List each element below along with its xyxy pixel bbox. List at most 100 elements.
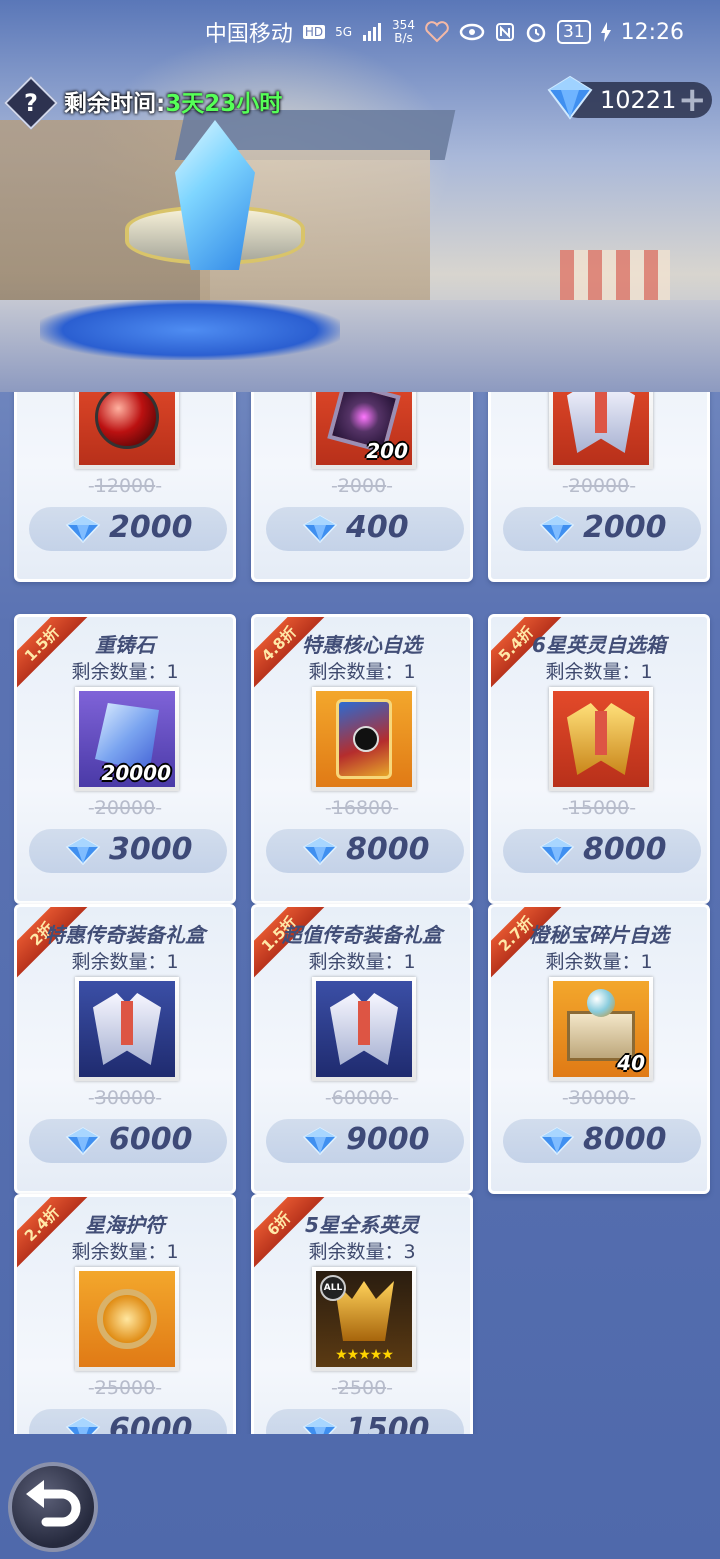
original-price: -30000-	[87, 1087, 163, 1109]
original-price-value: 2000	[337, 475, 387, 497]
remaining-quantity: 剩余数量：1	[545, 951, 653, 973]
alarm-icon	[525, 21, 547, 43]
shop-item-card[interactable]: 1.5折 超值传奇装备礼盒 剩余数量：1 -60000- 9000	[251, 904, 473, 1194]
buy-button[interactable]: 8000	[266, 829, 464, 873]
buy-button[interactable]: 8000	[503, 829, 701, 873]
item-name: 特惠传奇装备礼盒	[45, 923, 205, 947]
original-price-value: 60000	[331, 1087, 393, 1109]
question-mark-icon: ?	[24, 89, 38, 117]
banner-crystal-crown	[120, 110, 310, 310]
currency-amount: 10221	[600, 86, 677, 114]
item-artwork	[553, 392, 649, 465]
item-icon-frame	[549, 687, 653, 791]
shop-item-card[interactable]: -20000- 2000	[488, 392, 710, 582]
price-value: 2000	[583, 510, 667, 545]
price-value: 3000	[109, 832, 193, 867]
item-icon-frame: 40	[549, 977, 653, 1081]
add-currency-button[interactable]: +	[678, 80, 707, 120]
original-price-value: 16800	[331, 797, 393, 819]
shop-item-card[interactable]: 2.4折 星海护符 剩余数量：1 -25000- 6000	[14, 1194, 236, 1434]
original-price-value: 15000	[568, 797, 630, 819]
remaining-time-value: 3天23小时	[165, 91, 283, 117]
shop-item-card[interactable]: 2折 特惠传奇装备礼盒 剩余数量：1 -30000- 6000	[14, 904, 236, 1194]
back-arrow-icon	[26, 1480, 81, 1527]
diamond-gem-icon	[539, 515, 575, 544]
price-value: 9000	[346, 1122, 430, 1157]
remaining-quantity: 剩余数量：1	[308, 661, 416, 683]
original-price-value: 20000	[568, 475, 630, 497]
price-value: 6000	[109, 1122, 193, 1157]
shop-item-grid: -12000- 2000 200 -2000- 400 -20000- 2000 1.5折 重铸…	[0, 392, 720, 1434]
original-price-value: 2500	[337, 1377, 387, 1399]
item-artwork	[553, 691, 649, 787]
buy-button[interactable]: 6000	[29, 1119, 227, 1163]
remaining-quantity: 剩余数量：1	[71, 951, 179, 973]
shop-item-card[interactable]: 2.7折 橙秘宝碎片自选 剩余数量：1 40 -30000- 8000	[488, 904, 710, 1194]
item-icon-frame	[75, 1267, 179, 1371]
original-price: -2000-	[330, 475, 394, 497]
item-icon-frame	[312, 977, 416, 1081]
item-icon-frame	[549, 392, 653, 469]
diamond-gem-icon	[547, 75, 593, 120]
item-artwork	[79, 392, 175, 465]
buy-button[interactable]: 2000	[503, 507, 701, 551]
diamond-gem-icon	[65, 837, 101, 866]
price-value: 1500	[346, 1412, 430, 1434]
item-icon-frame	[75, 977, 179, 1081]
diamond-gem-icon	[302, 1127, 338, 1156]
item-quantity: 200	[366, 439, 408, 463]
item-name: 5星全系英灵	[305, 1213, 419, 1237]
shop-item-card[interactable]: 5.4折 6星英灵自选箱 剩余数量：1 -15000- 8000	[488, 614, 710, 904]
item-artwork: 200	[316, 392, 412, 465]
buy-button[interactable]: 6000	[29, 1409, 227, 1434]
original-price-value: 20000	[94, 797, 156, 819]
shop-item-card[interactable]: 6折 5星全系英灵 剩余数量：3 ALL ★★★★★ -2500- 1500	[251, 1194, 473, 1434]
buy-button[interactable]: 8000	[503, 1119, 701, 1163]
original-price: -15000-	[561, 797, 637, 819]
shop-item-card[interactable]: 1.5折 重铸石 剩余数量：1 20000 -20000- 3000	[14, 614, 236, 904]
clock-time: 12:26	[620, 19, 684, 45]
remaining-quantity: 剩余数量：3	[308, 1241, 416, 1263]
remaining-quantity: 剩余数量：1	[545, 661, 653, 683]
original-price: -12000-	[87, 475, 163, 497]
original-price-value: 12000	[94, 475, 156, 497]
buy-button[interactable]: 400	[266, 507, 464, 551]
item-artwork: 40	[553, 981, 649, 1077]
back-button[interactable]	[8, 1462, 98, 1552]
item-artwork	[316, 691, 412, 787]
original-price: -60000-	[324, 1087, 400, 1109]
original-price: -20000-	[87, 797, 163, 819]
item-name: 重铸石	[95, 633, 155, 657]
item-quantity: 20000	[101, 761, 171, 785]
item-icon-frame	[312, 687, 416, 791]
item-icon-frame: 20000	[75, 687, 179, 791]
original-price: -30000-	[561, 1087, 637, 1109]
item-name: 橙秘宝碎片自选	[529, 923, 669, 947]
buy-button[interactable]: 2000	[29, 507, 227, 551]
diamond-gem-icon	[65, 515, 101, 544]
speed-unit: B/s	[394, 31, 413, 45]
price-value: 2000	[109, 510, 193, 545]
shop-item-card[interactable]: 200 -2000- 400	[251, 392, 473, 582]
signal-icon	[362, 23, 382, 41]
amulet-icon	[97, 1289, 157, 1349]
original-price-value: 30000	[568, 1087, 630, 1109]
item-artwork: 20000	[79, 691, 175, 787]
diamond-gem-icon	[539, 837, 575, 866]
price-value: 8000	[583, 1122, 667, 1157]
shop-item-card[interactable]: 4.8折 特惠核心自选 剩余数量：1 -16800- 8000	[251, 614, 473, 904]
eye-icon	[459, 23, 485, 41]
shop-item-card[interactable]: -12000- 2000	[14, 392, 236, 582]
buy-button[interactable]: 3000	[29, 829, 227, 873]
item-artwork	[79, 981, 175, 1077]
remaining-quantity: 剩余数量：1	[71, 1241, 179, 1263]
buy-button[interactable]: 9000	[266, 1119, 464, 1163]
item-name: 超值传奇装备礼盒	[282, 923, 442, 947]
original-price-value: 25000	[94, 1377, 156, 1399]
armor-gem	[358, 1001, 370, 1045]
chest-orb	[587, 989, 615, 1017]
diamond-gem-icon	[65, 1127, 101, 1156]
original-price: -20000-	[561, 475, 637, 497]
buy-button[interactable]: 1500	[266, 1409, 464, 1434]
diamond-gem-icon	[302, 1417, 338, 1434]
